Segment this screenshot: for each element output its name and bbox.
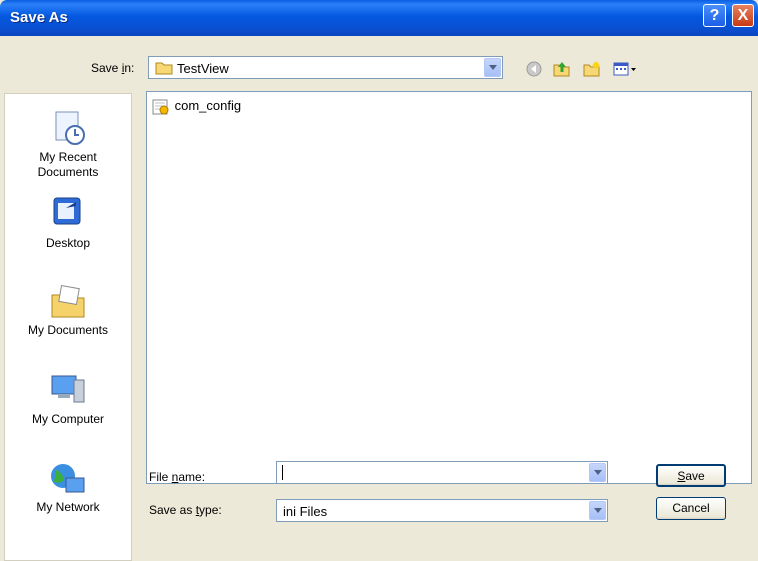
save-in-label: Save in: bbox=[91, 61, 135, 75]
recent-documents-icon bbox=[55, 111, 85, 145]
chevron-down-icon[interactable] bbox=[589, 463, 606, 482]
file-name-input[interactable] bbox=[276, 461, 608, 484]
my-documents-icon bbox=[51, 284, 85, 318]
place-label: My Documents bbox=[27, 323, 109, 337]
folder-icon bbox=[155, 62, 173, 75]
place-desktop[interactable]: Desktop bbox=[5, 194, 131, 251]
places-bar: My Recent Documents Desktop My Documents… bbox=[4, 93, 132, 561]
place-my-network[interactable]: My Network bbox=[5, 458, 131, 515]
place-label-line2: Documents bbox=[37, 165, 99, 179]
file-name-label: File name: bbox=[149, 470, 206, 484]
save-as-type-label: Save as type: bbox=[149, 503, 222, 517]
place-my-documents[interactable]: My Documents bbox=[5, 281, 131, 338]
save-in-dropdown[interactable]: TestView bbox=[148, 56, 503, 79]
save-in-value: TestView bbox=[177, 61, 229, 76]
ini-file-icon bbox=[152, 99, 169, 115]
file-name: com_config bbox=[174, 98, 242, 113]
up-folder-icon[interactable] bbox=[552, 59, 572, 79]
help-button[interactable]: ? bbox=[703, 4, 726, 27]
file-item[interactable]: com_config bbox=[151, 98, 241, 115]
place-label: My Computer bbox=[31, 412, 105, 426]
place-label: My Network bbox=[36, 500, 100, 514]
dialog-title: Save As bbox=[10, 9, 68, 26]
cancel-button[interactable]: Cancel bbox=[656, 497, 726, 520]
place-label: Desktop bbox=[45, 236, 91, 250]
close-button[interactable]: X bbox=[732, 4, 754, 27]
back-icon[interactable] bbox=[524, 59, 544, 79]
dialog-body: Save in: TestView My Recent Documents De… bbox=[0, 36, 758, 561]
new-folder-icon[interactable] bbox=[582, 59, 602, 79]
file-list[interactable]: com_config bbox=[146, 91, 752, 484]
save-as-type-dropdown[interactable]: ini Files bbox=[276, 499, 608, 522]
title-bar[interactable]: Save As ? X bbox=[0, 0, 758, 36]
my-network-icon bbox=[51, 464, 85, 493]
place-my-computer[interactable]: My Computer bbox=[5, 370, 131, 427]
chevron-down-icon[interactable] bbox=[589, 501, 606, 520]
place-label-line1: My Recent bbox=[39, 150, 97, 164]
chevron-down-icon[interactable] bbox=[484, 58, 501, 77]
save-button[interactable]: Save bbox=[656, 464, 726, 487]
views-menu-icon[interactable] bbox=[612, 59, 638, 79]
my-computer-icon bbox=[51, 375, 85, 403]
save-as-type-value: ini Files bbox=[283, 504, 328, 519]
desktop-icon bbox=[53, 197, 81, 225]
place-my-recent-documents[interactable]: My Recent Documents bbox=[5, 108, 131, 180]
text-cursor bbox=[282, 465, 283, 480]
